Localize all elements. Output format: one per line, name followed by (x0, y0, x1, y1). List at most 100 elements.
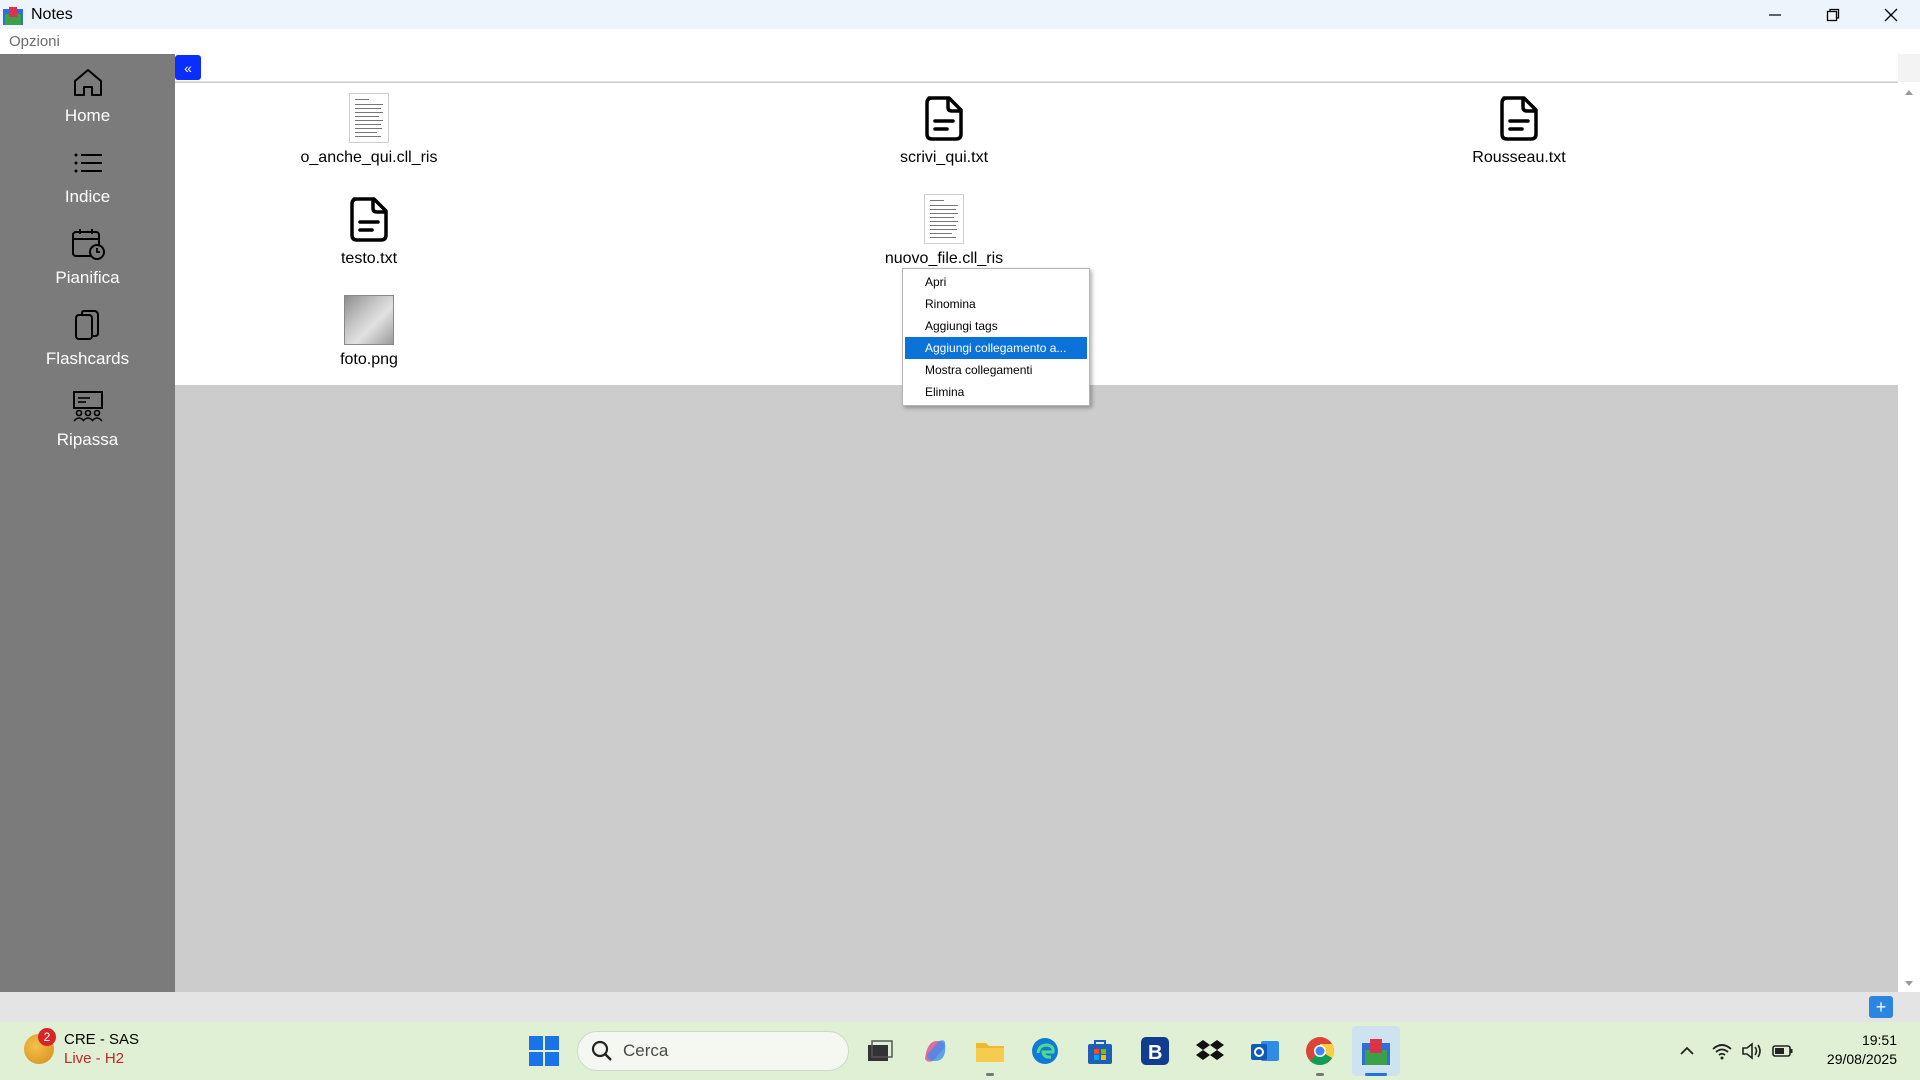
edge-button[interactable] (1026, 1032, 1064, 1070)
file-item[interactable]: testo.txt (269, 194, 469, 268)
scroll-up-icon[interactable] (1898, 86, 1920, 98)
clock[interactable]: 19:51 29/08/2025 (1827, 1031, 1897, 1069)
document-thumbnail-icon (349, 93, 389, 143)
file-name: scrivi_qui.txt (899, 149, 989, 166)
sidebar-item-ripassa[interactable]: Ripassa (0, 386, 175, 464)
weather-widget[interactable]: 2 CRE - SAS Live - H2 (24, 1028, 140, 1068)
weather-title: CRE - SAS (64, 1031, 140, 1048)
file-name: nuovo_file.cll_ris (884, 250, 1004, 267)
collapse-sidebar-button[interactable]: « (175, 55, 201, 80)
restore-button[interactable] (1804, 0, 1862, 29)
cards-icon (74, 310, 99, 340)
sidebar-item-indice[interactable]: Indice (0, 143, 175, 221)
battery-button[interactable] (1768, 1032, 1798, 1070)
chevron-up-icon (1680, 1046, 1694, 1055)
running-indicator (986, 1073, 994, 1076)
title-bar: Notes (0, 0, 1920, 29)
clock-time: 19:51 (1861, 1032, 1897, 1048)
file-item[interactable]: foto.png (269, 295, 469, 369)
file-name: o_anche_qui.cll_ris (300, 149, 438, 166)
restore-icon (1826, 8, 1840, 21)
chrome-button[interactable] (1301, 1032, 1339, 1070)
minimize-icon (1769, 13, 1781, 16)
file-name: Rousseau.txt (1472, 149, 1566, 166)
list-icon (74, 153, 102, 173)
dropbox-icon (1196, 1040, 1224, 1060)
calendar-clock-icon (71, 229, 105, 260)
document-thumbnail-icon (924, 194, 964, 244)
taskbar: 2 CRE - SAS Live - H2 Cerca B 19:51 29/0… (0, 1022, 1920, 1080)
copilot-icon (925, 1040, 946, 1062)
wifi-icon (1712, 1044, 1732, 1060)
sidebar: Home Indice Pianifica Flashcards Ripassa (0, 54, 175, 992)
sidebar-item-flashcards[interactable]: Flashcards (0, 305, 175, 383)
context-menu-item-delete[interactable]: Elimina (905, 381, 1087, 403)
taskbar-search-input[interactable]: Cerca (577, 1031, 849, 1071)
weather-icon: 2 (24, 1028, 56, 1064)
clock-date: 29/08/2025 (1826, 1051, 1897, 1067)
task-view-icon (868, 1040, 893, 1061)
menu-options[interactable]: Opzioni (9, 33, 60, 50)
folder-icon (976, 1043, 1004, 1062)
window-title: Notes (31, 5, 73, 23)
close-icon (1884, 8, 1898, 21)
outlook-button[interactable] (1246, 1032, 1284, 1070)
task-view-button[interactable] (860, 1032, 898, 1070)
sidebar-item-home[interactable]: Home (0, 62, 175, 140)
text-file-icon (1500, 96, 1538, 141)
notes-app-taskbar-button[interactable] (1352, 1026, 1400, 1076)
file-explorer-button[interactable] (971, 1032, 1009, 1070)
context-menu-item-show-links[interactable]: Mostra collegamenti (905, 359, 1087, 381)
vertical-scrollbar[interactable] (1898, 82, 1920, 992)
minimize-button[interactable] (1746, 0, 1804, 29)
chrome-icon (1306, 1037, 1334, 1066)
file-item[interactable]: o_anche_qui.cll_ris (269, 93, 469, 167)
main-area: « o_anche_qui.cll_ris scrivi_qui.txt Rou… (175, 54, 1898, 992)
battery-icon (1772, 1045, 1793, 1057)
store-button[interactable] (1081, 1032, 1119, 1070)
text-file-icon (925, 96, 963, 141)
running-indicator (1316, 1073, 1324, 1076)
context-menu-item-open[interactable]: Apri (905, 271, 1087, 293)
copilot-button[interactable] (916, 1032, 954, 1070)
context-menu-item-rename[interactable]: Rinomina (905, 293, 1087, 315)
sidebar-item-pianifica[interactable]: Pianifica (0, 224, 175, 302)
booking-icon: B (1141, 1037, 1169, 1065)
sidebar-item-label: Home (64, 106, 111, 125)
booking-button[interactable]: B (1136, 1032, 1174, 1070)
notes-app-icon (1362, 1039, 1390, 1065)
store-icon (1088, 1040, 1112, 1064)
wifi-button[interactable] (1707, 1032, 1737, 1070)
file-item[interactable]: nuovo_file.cll_ris (844, 194, 1044, 268)
context-menu-item-add-link[interactable]: Aggiungi collegamento a... (905, 337, 1087, 359)
show-hidden-icons-button[interactable] (1668, 1032, 1706, 1070)
weather-subtitle: Live - H2 (64, 1050, 125, 1067)
search-icon (591, 1040, 612, 1061)
scroll-down-icon[interactable] (1898, 978, 1920, 990)
volume-icon (1742, 1042, 1761, 1060)
sidebar-item-label: Pianifica (55, 268, 120, 287)
top-strip: « (175, 54, 1898, 82)
start-button[interactable] (525, 1032, 563, 1070)
file-item[interactable]: Rousseau.txt (1419, 93, 1619, 167)
search-placeholder: Cerca (623, 1041, 669, 1060)
windows-icon (529, 1036, 559, 1066)
edge-browser-icon (1032, 1038, 1058, 1064)
close-button[interactable] (1862, 0, 1920, 29)
active-indicator (1365, 1073, 1387, 1076)
file-name: testo.txt (340, 250, 398, 267)
image-thumbnail-icon (344, 295, 394, 345)
volume-button[interactable] (1737, 1032, 1767, 1070)
sidebar-item-label: Indice (64, 187, 111, 206)
app-logo-icon (3, 5, 23, 25)
sidebar-item-label: Flashcards (45, 349, 130, 368)
add-button[interactable]: + (1869, 996, 1893, 1018)
file-name: foto.png (340, 351, 398, 368)
svg-text:B: B (1148, 1042, 1162, 1064)
file-item[interactable]: scrivi_qui.txt (844, 93, 1044, 167)
context-menu-item-add-tags[interactable]: Aggiungi tags (905, 315, 1087, 337)
sidebar-item-label: Ripassa (56, 430, 119, 449)
dropbox-button[interactable] (1191, 1032, 1229, 1070)
menu-bar: Opzioni (0, 29, 1920, 54)
context-menu: Apri Rinomina Aggiungi tags Aggiungi col… (902, 268, 1090, 406)
